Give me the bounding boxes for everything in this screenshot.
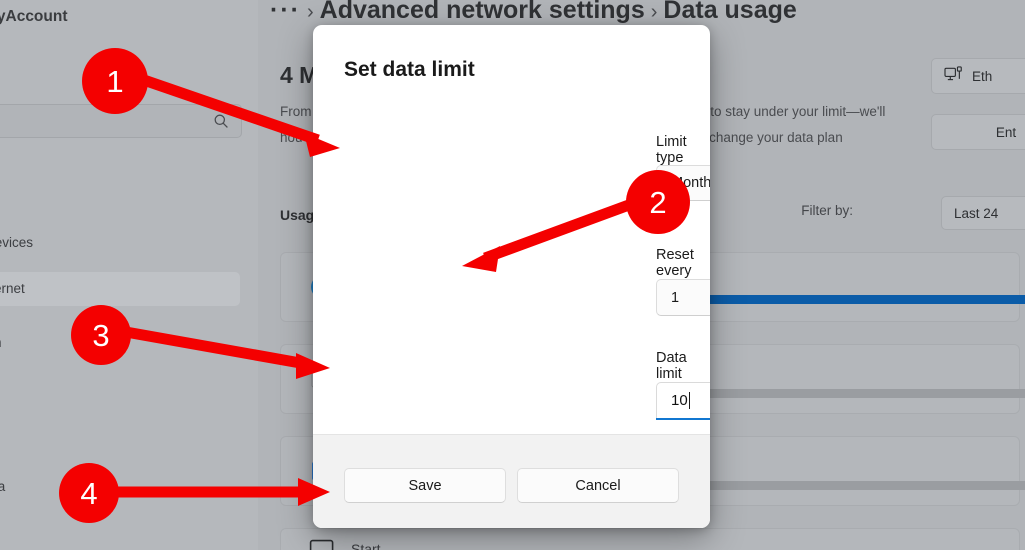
start-row[interactable]: Start xyxy=(280,528,1020,550)
page-desc-line-1: From xyxy=(280,104,312,119)
breadcrumb-separator-1: › xyxy=(306,1,314,23)
dialog-footer: Save Cancel xyxy=(313,434,710,528)
breadcrumb-separator-2: › xyxy=(650,1,658,23)
data-limit-label: Data limit xyxy=(656,350,687,382)
monitor-icon xyxy=(944,66,963,86)
sidebar-item-bluetooth-devices[interactable]: oth & devices xyxy=(0,226,240,260)
page-desc-line-2: hou xyxy=(280,130,303,145)
data-limit-value: 10 xyxy=(671,392,688,409)
enter-limit-button[interactable]: Ent xyxy=(931,114,1025,150)
sidebar-item-gaming[interactable]: g xyxy=(0,518,240,550)
adapter-selector-button[interactable]: Eth xyxy=(931,58,1025,94)
filter-by-dropdown[interactable]: Last 24 xyxy=(941,196,1025,230)
sidebar-item-accounts[interactable]: nts xyxy=(0,426,240,460)
filter-by-value: Last 24 xyxy=(954,205,999,221)
set-data-limit-dialog: Set data limit Limit type Monthly Reset … xyxy=(313,25,710,528)
display-icon xyxy=(309,539,335,550)
search-input[interactable]: g xyxy=(0,104,242,138)
adapter-label: Eth xyxy=(972,68,993,84)
breadcrumb-parent[interactable]: Advanced network settings xyxy=(320,0,645,24)
search-icon xyxy=(213,113,229,129)
breadcrumb-current: Data usage xyxy=(663,0,797,24)
text-caret xyxy=(688,392,690,409)
account-name: DAGUtilityAccount xyxy=(0,8,68,25)
screen: DAGUtilityAccount cal Account g h oth & … xyxy=(0,0,1025,550)
sidebar-item-network-internet[interactable]: rk & internet xyxy=(0,272,240,306)
reset-day-dropdown[interactable]: 1 xyxy=(656,279,710,316)
data-limit-input[interactable]: 10 xyxy=(656,382,710,419)
sidebar-item-time-language[interactable]: & langua xyxy=(0,470,240,504)
input-focus-underline xyxy=(656,418,710,420)
breadcrumb: ··· › Advanced network settings › Data usage xyxy=(270,0,797,25)
start-row-label: Start xyxy=(351,541,381,550)
limit-type-value: Monthly xyxy=(671,175,710,191)
enter-limit-label: Ent xyxy=(995,124,1017,140)
dialog-title: Set data limit xyxy=(344,58,475,81)
sidebar-item-system[interactable]: h xyxy=(0,186,240,220)
usage-section-label: Usag xyxy=(280,207,315,223)
breadcrumb-overflow[interactable]: ··· xyxy=(270,0,301,24)
sidebar-item-personalization[interactable]: alization xyxy=(0,326,240,360)
sidebar: DAGUtilityAccount cal Account g h oth & … xyxy=(0,0,258,550)
limit-type-label: Limit type xyxy=(656,134,687,166)
reset-day-value: 1 xyxy=(671,289,680,306)
cancel-button[interactable]: Cancel xyxy=(517,468,679,503)
filter-by-label: Filter by: xyxy=(801,203,853,218)
dialog-body: Set data limit Limit type Monthly Reset … xyxy=(313,25,710,434)
limit-type-dropdown[interactable]: Monthly xyxy=(656,165,710,201)
save-button[interactable]: Save xyxy=(344,468,506,503)
page-desc-right-line-1: age to stay under your limit—we'll xyxy=(684,104,886,119)
